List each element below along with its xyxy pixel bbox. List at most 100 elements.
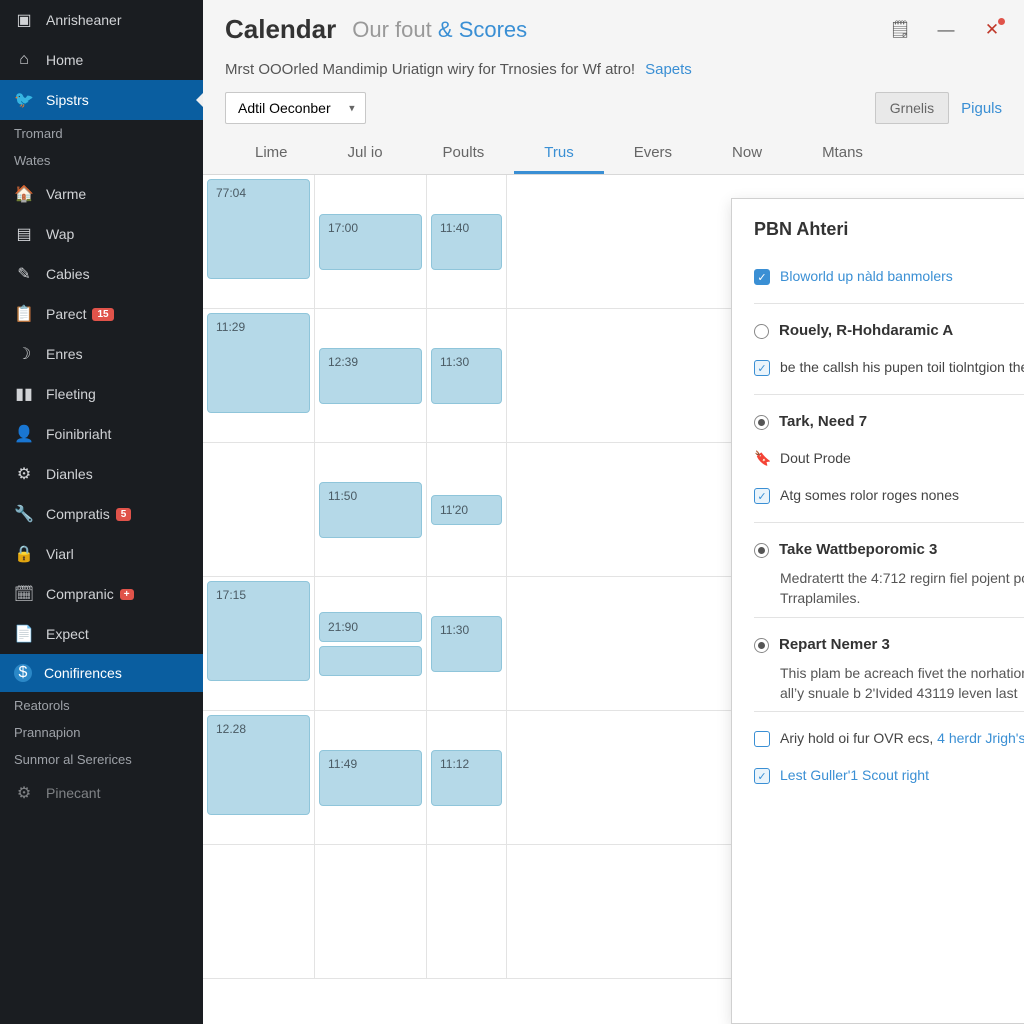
event[interactable]: 11:40 <box>431 214 502 270</box>
calendar-icon: 🗓 <box>14 584 34 604</box>
checkbox-icon[interactable] <box>754 731 770 747</box>
sidebar-item-conifirences[interactable]: $ Conifirences <box>0 654 203 692</box>
tag-icon: 🔖 <box>754 450 770 467</box>
footer-check-2[interactable]: ✓ Lest Guller'1 Scout right <box>754 757 1024 794</box>
dollar-icon: $ <box>14 664 32 682</box>
sidebar-sub-tromard[interactable]: Tromard <box>0 120 203 147</box>
lock-icon: 🔒 <box>14 544 34 564</box>
section-1-body: ✓ be the callsh his pupen toil tiolntgio… <box>754 349 1024 386</box>
window-controls: 🗒 — ✕ <box>890 20 1002 40</box>
radio-icon[interactable] <box>754 415 769 430</box>
event[interactable]: 77:04 <box>207 179 310 279</box>
month-select[interactable]: Adtil Oeconber <box>225 92 366 124</box>
tab-mtans[interactable]: Mtans <box>792 134 893 174</box>
badge-plus: + <box>120 589 134 600</box>
sidebar-sub-reatorols[interactable]: Reatorols <box>0 692 203 719</box>
tab-lime[interactable]: Lime <box>225 134 318 174</box>
sidebar-item-foinibriaht[interactable]: 👤 Foinibriaht <box>0 414 203 454</box>
event[interactable]: 12:39 <box>319 348 422 404</box>
label: Compranic <box>46 586 114 602</box>
label: Dianles <box>46 466 93 482</box>
page-icon: 📄 <box>14 624 34 644</box>
sidebar-item-fleeting[interactable]: ▮▮ Fleeting <box>0 374 203 414</box>
sidebar-item-parect[interactable]: 📋 Parect 15 <box>0 294 203 334</box>
sidebar-item-dianles[interactable]: ⚙ Dianles <box>0 454 203 494</box>
event[interactable]: 17:15 <box>207 581 310 681</box>
minimize-button[interactable]: — <box>936 20 956 40</box>
moon-icon: ☽ <box>14 344 34 364</box>
grnelis-button[interactable]: Grnelis <box>875 92 949 124</box>
subtitle-link[interactable]: Sapets <box>645 61 692 78</box>
label: Foinibriaht <box>46 426 111 442</box>
section-3: Take Wattbeporomic 3 <box>754 531 1024 568</box>
note-icon[interactable]: 🗒 <box>890 20 910 40</box>
notification-dot <box>998 18 1005 25</box>
event[interactable]: 11:12 <box>431 750 502 806</box>
event[interactable]: 11'20 <box>431 495 502 525</box>
event[interactable]: 11:29 <box>207 313 310 413</box>
sidebar-sub-wates[interactable]: Wates <box>0 147 203 174</box>
sidebar-item-sipstrs[interactable]: 🐦 Sipstrs <box>0 80 203 120</box>
doc-icon: ▤ <box>14 224 34 244</box>
label: Parect <box>46 306 86 322</box>
checkbox-icon[interactable]: ✓ <box>754 768 770 784</box>
section-2: Tark, Need 7 <box>754 403 1024 440</box>
close-button[interactable]: ✕ <box>982 20 1002 40</box>
sidebar-sub-sunmor[interactable]: Sunmor al Sererices <box>0 746 203 773</box>
app-icon: ▣ <box>14 10 34 30</box>
label: Cabies <box>46 266 90 282</box>
house-icon: 🏠 <box>14 184 34 204</box>
app-name: Anrisheaner <box>46 12 122 28</box>
event[interactable]: 11:30 <box>431 348 502 404</box>
event[interactable]: 11:30 <box>431 616 502 672</box>
person-icon: 👤 <box>14 424 34 444</box>
event[interactable] <box>319 646 422 676</box>
tab-poults[interactable]: Poults <box>413 134 515 174</box>
event[interactable]: 11:49 <box>319 750 422 806</box>
badge: 15 <box>92 308 113 321</box>
event[interactable]: 11:50 <box>319 482 422 538</box>
app-brand[interactable]: ▣ Anrisheaner <box>0 0 203 40</box>
event[interactable]: 21:90 <box>319 612 422 642</box>
home-icon: ⌂ <box>14 50 34 70</box>
page-title: Calendar <box>225 14 336 45</box>
tab-julio[interactable]: Jul io <box>318 134 413 174</box>
sidebar-item-compratis[interactable]: 🔧 Compratis 5 <box>0 494 203 534</box>
checkbox-icon[interactable]: ✓ <box>754 269 770 285</box>
sidebar-item-enres[interactable]: ☽ Enres <box>0 334 203 374</box>
radio-icon[interactable] <box>754 638 769 653</box>
tab-trus[interactable]: Trus <box>514 134 603 174</box>
sidebar-item-pinecant[interactable]: ⚙ Pinecant <box>0 773 203 813</box>
event[interactable]: 17:00 <box>319 214 422 270</box>
sidebar-item-cabies[interactable]: ✎ Cabies <box>0 254 203 294</box>
sidebar-item-expect[interactable]: 📄 Expect <box>0 614 203 654</box>
sidebar-sub-prannapion[interactable]: Prannapion <box>0 719 203 746</box>
label: Home <box>46 52 83 68</box>
pencil-icon: ✎ <box>14 264 34 284</box>
detail-panel: ✕ PBN Ahteri ✓ Bloworld up nàld banmoler… <box>731 198 1024 1024</box>
sidebar-item-viarl[interactable]: 🔒 Viarl <box>0 534 203 574</box>
clipboard-icon: 📋 <box>14 304 34 324</box>
section-2-item1: 🔖 Dout Prode <box>754 440 1024 477</box>
sidebar-item-home[interactable]: ⌂ Home <box>0 40 203 80</box>
sidebar-item-varme[interactable]: 🏠 Varme <box>0 174 203 214</box>
sidebar-item-wap[interactable]: ▤ Wap <box>0 214 203 254</box>
footer-link[interactable]: 4 herdr Jrigh's <box>937 730 1024 746</box>
tab-now[interactable]: Now <box>702 134 792 174</box>
checkbox-icon[interactable]: ✓ <box>754 488 770 504</box>
topbar: Calendar Our fout & Scores 🗒 — ✕ <box>203 0 1024 55</box>
radio-icon[interactable] <box>754 543 769 558</box>
event[interactable]: 12.28 <box>207 715 310 815</box>
label: Sipstrs <box>46 92 89 108</box>
section-2-item2: ✓ Atg somes rolor roges nones <box>754 477 1024 514</box>
panel-link[interactable]: ✓ Bloworld up nàld banmolers <box>754 258 1024 295</box>
checkbox-icon[interactable]: ✓ <box>754 360 770 376</box>
sidebar-item-compranic[interactable]: 🗓 Compranic + <box>0 574 203 614</box>
label: Viarl <box>46 546 74 562</box>
tab-evers[interactable]: Evers <box>604 134 702 174</box>
section-3-body: Medratertt the 4:712 regirn fiel pojent … <box>754 568 1024 609</box>
badge: 5 <box>116 508 132 521</box>
piguls-link[interactable]: Piguls <box>961 100 1002 117</box>
controls-row: Adtil Oeconber Grnelis Piguls <box>203 92 1024 134</box>
radio-icon[interactable] <box>754 324 769 339</box>
